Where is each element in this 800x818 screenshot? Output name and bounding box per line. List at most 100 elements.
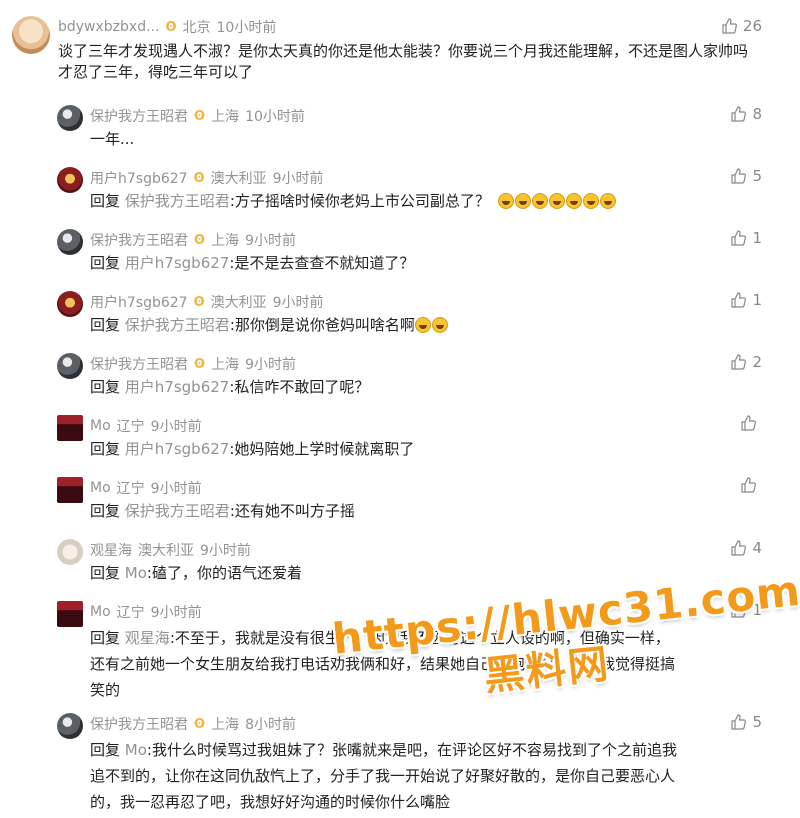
like-button[interactable]: 4 (730, 539, 762, 557)
thumbs-up-icon (731, 354, 747, 370)
avatar[interactable] (57, 539, 83, 565)
reply-label: 回复 (90, 502, 121, 520)
like-button[interactable]: 1 (730, 291, 762, 309)
reply-content: 一年... (90, 130, 135, 148)
vip-icon: ʘ (193, 294, 205, 310)
mention-link[interactable]: 保护我方王昭君 (125, 316, 230, 334)
avatar[interactable] (57, 713, 83, 739)
avatar[interactable] (57, 167, 83, 193)
like-count: 1 (752, 229, 762, 247)
thumbs-up-icon (731, 230, 747, 246)
avatar[interactable] (57, 291, 83, 317)
reply-text: 回复 保护我方王昭君:那你倒是说你爸妈叫啥名啊 (90, 315, 760, 336)
reply-text: 回复 用户h7sgb627:私信咋不敢回了呢？ (90, 377, 760, 398)
username[interactable]: bdywxbzbxd... (58, 19, 159, 35)
timestamp: 9小时前 (150, 419, 202, 435)
like-button[interactable] (740, 477, 762, 493)
like-button[interactable] (740, 415, 762, 431)
avatar[interactable] (57, 229, 83, 255)
reply-content: 磕了，你的语气还爱着 (151, 564, 302, 582)
reply-label: 回复 (90, 629, 121, 647)
username[interactable]: Mo (90, 418, 111, 434)
location: 辽宁 (116, 481, 145, 497)
mention-link[interactable]: Mo (125, 564, 147, 582)
avatar[interactable] (12, 16, 50, 54)
reply-content: 她妈陪她上学时候就离职了 (234, 440, 415, 458)
vip-icon: ʘ (165, 19, 177, 35)
laugh-emoji-icon (565, 193, 582, 209)
comment-text: 谈了三年才发现遇人不淑？是你太天真的你还是他太能装？你要说三个月我还能理解，不还… (58, 42, 749, 81)
username[interactable]: 保护我方王昭君 (90, 714, 188, 734)
avatar[interactable] (57, 353, 83, 379)
reply-label: 回复 (90, 378, 121, 396)
username[interactable]: Mo (90, 480, 111, 496)
avatar[interactable] (57, 105, 83, 131)
mention-link[interactable]: Mo (125, 741, 147, 759)
reply-content: 方子摇啥时候你老妈上市公司副总了？ (234, 192, 490, 210)
like-count: 1 (752, 291, 762, 309)
reply-meta: 用户h7sgb627 ʘ 澳大利亚 9小时前 (90, 292, 324, 312)
reply-meta: 保护我方王昭君 ʘ 上海 9小时前 (90, 230, 296, 250)
laugh-emoji-icon (414, 317, 431, 333)
like-button[interactable]: 1 (730, 229, 762, 247)
avatar[interactable] (57, 477, 83, 503)
laugh-emoji-icon (514, 193, 531, 209)
avatar[interactable] (57, 601, 83, 627)
reply-meta: Mo 辽宁 9小时前 (90, 602, 202, 622)
reply-content-line: 追不到的，让你在这同仇敌忾上了，分手了我一开始说了好聚好散的，是你自己要恶心人 (90, 767, 676, 785)
username[interactable]: 保护我方王昭君 (90, 230, 188, 250)
like-button[interactable]: 5 (730, 167, 762, 185)
like-button[interactable]: 5 (730, 713, 762, 731)
laugh-emoji-icon (497, 193, 514, 209)
reply-text: 回复 保护我方王昭君:方子摇啥时候你老妈上市公司副总了？ (90, 191, 760, 212)
mention-link[interactable]: 用户h7sgb627 (125, 254, 230, 272)
thumbs-up-icon (722, 18, 737, 34)
username[interactable]: 用户h7sgb627 (90, 292, 188, 312)
reply-label: 回复 (90, 254, 121, 272)
reply-meta: Mo 辽宁 9小时前 (90, 416, 202, 436)
username[interactable]: 观星海 (90, 540, 132, 560)
reply-text: 回复 用户h7sgb627:是不是去查查不就知道了？ (90, 253, 760, 274)
thumbs-up-icon (741, 415, 756, 431)
thumbs-up-icon (741, 477, 756, 493)
reply-content: 还有她不叫方子摇 (234, 502, 355, 520)
reply-label: 回复 (90, 440, 121, 458)
location: 澳大利亚 (210, 295, 267, 311)
reply-label: 回复 (90, 741, 121, 759)
username[interactable]: 用户h7sgb627 (90, 168, 188, 188)
like-button[interactable]: 26 (721, 17, 762, 35)
mention-link[interactable]: 用户h7sgb627 (125, 378, 230, 396)
reply-label: 回复 (90, 316, 121, 334)
reply-text: 回复 保护我方王昭君:还有她不叫方子摇 (90, 501, 760, 522)
laugh-emoji-icon (531, 193, 548, 209)
username[interactable]: 保护我方王昭君 (90, 354, 188, 374)
location: 上海 (211, 109, 240, 125)
like-button[interactable]: 8 (730, 105, 762, 123)
timestamp: 9小时前 (200, 543, 251, 559)
vip-icon: ʘ (193, 170, 205, 186)
vip-icon: ʘ (194, 232, 206, 248)
mention-link[interactable]: 保护我方王昭君 (125, 502, 230, 520)
mention-link[interactable]: 保护我方王昭君 (125, 192, 230, 210)
username[interactable]: Mo (90, 604, 111, 620)
like-button[interactable]: 2 (730, 353, 762, 371)
mention-link[interactable]: 观星海 (125, 629, 170, 647)
like-count: 5 (752, 713, 762, 731)
thumbs-up-icon (731, 106, 747, 122)
laugh-emoji-icon (548, 193, 565, 209)
like-count: 26 (742, 17, 762, 35)
reply-meta: Mo 辽宁 9小时前 (90, 478, 202, 498)
like-count: 2 (752, 353, 762, 371)
timestamp: 9小时前 (150, 605, 202, 621)
reply-label: 回复 (90, 192, 121, 210)
mention-link[interactable]: 用户h7sgb627 (125, 440, 230, 458)
timestamp: 9小时前 (245, 357, 296, 373)
location: 上海 (211, 233, 240, 249)
reply-content-line: 的，我一忍再忍了吧，我想好好沟通的时候你什么嘴脸 (90, 793, 451, 811)
thumbs-up-icon (731, 540, 747, 556)
location: 北京 (182, 20, 211, 36)
reply-content: 私信咋不敢回了呢？ (234, 378, 370, 396)
avatar[interactable] (57, 415, 83, 441)
username[interactable]: 保护我方王昭君 (90, 106, 188, 126)
reply-content-line: 笑的 (90, 681, 121, 699)
